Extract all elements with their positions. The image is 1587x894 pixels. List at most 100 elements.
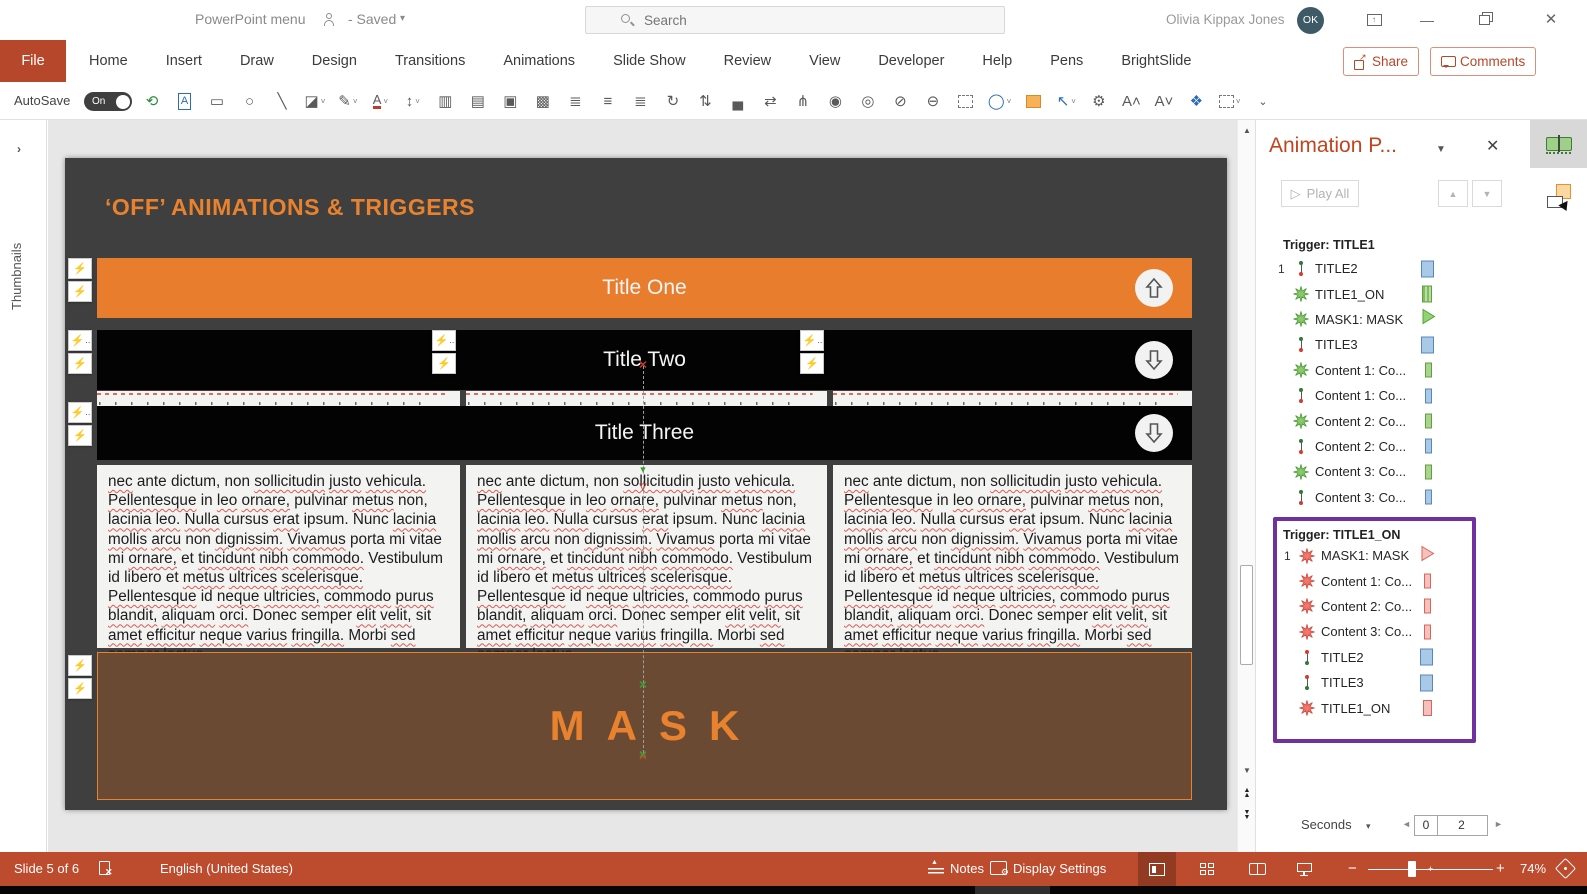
save-status-caret-icon[interactable]: ▾ xyxy=(400,13,405,24)
search-box[interactable] xyxy=(585,6,1005,34)
timeline-bar[interactable] xyxy=(1423,700,1432,717)
close-button[interactable]: ✕ xyxy=(1528,0,1574,40)
tab-insert[interactable]: Insert xyxy=(147,40,221,82)
animation-trigger-badge[interactable]: ⚡ xyxy=(68,353,92,374)
slideshow-view-button[interactable] xyxy=(1285,852,1323,886)
motion-path-marker[interactable]: ▽ xyxy=(640,482,647,492)
animation-item-mask1-mask[interactable]: MASK1: MASK xyxy=(1271,307,1517,332)
display-settings-button[interactable]: Display Settings xyxy=(1013,852,1106,886)
tab-view[interactable]: View xyxy=(790,40,859,82)
distribute-rows-icon[interactable]: ⇅ xyxy=(695,89,715,113)
shrink-font-icon[interactable]: A˅ xyxy=(1154,89,1174,113)
animation-item-content-2-co-[interactable]: Content 2: Co... xyxy=(1271,434,1517,459)
zoom-level[interactable]: 74% xyxy=(1520,852,1546,886)
avatar[interactable]: OK xyxy=(1297,7,1324,34)
motion-path-end-marker[interactable]: ✕ xyxy=(638,750,647,762)
animation-item-content-1-co-[interactable]: Content 1: Co... xyxy=(1271,358,1517,383)
animation-painter-icon[interactable]: ❖ xyxy=(1186,89,1206,113)
mask-shape[interactable]: MASK xyxy=(97,652,1192,800)
bring-forward-icon[interactable]: ▥ xyxy=(435,89,455,113)
insert-chart-icon[interactable]: ▄ xyxy=(728,89,748,113)
animation-trigger-badge[interactable]: ⚡ xyxy=(800,353,824,374)
animation-item-content-1-co-[interactable]: Content 1: Co... xyxy=(1271,383,1517,408)
animation-item-mask1-mask[interactable]: 1 MASK1: MASK xyxy=(1277,543,1472,568)
spellcheck-icon[interactable]: ✕ xyxy=(99,861,114,877)
display-settings-icon[interactable] xyxy=(990,861,1009,878)
timeline-bar[interactable] xyxy=(1425,362,1432,378)
marquee-caret-icon[interactable]: ˅ xyxy=(1218,89,1241,113)
animation-trigger-badge[interactable]: ⚡ xyxy=(432,353,456,374)
animation-trigger-badge[interactable]: ⚡ xyxy=(68,425,92,446)
timeline-bar[interactable] xyxy=(1420,648,1433,666)
move-earlier-button[interactable]: ▲ xyxy=(1438,180,1468,207)
minimize-button[interactable]: — xyxy=(1404,0,1450,40)
zoom-slider-thumb[interactable] xyxy=(1408,861,1416,877)
timeline-bar[interactable] xyxy=(1425,464,1432,480)
move-later-button[interactable]: ▼ xyxy=(1472,180,1502,207)
timeline-bar[interactable] xyxy=(1425,489,1432,505)
tab-transitions[interactable]: Transitions xyxy=(376,40,484,82)
line-shape-icon[interactable]: ╲ xyxy=(272,89,292,113)
animation-trigger-badge[interactable]: ⚡ ‥ xyxy=(68,330,92,351)
fit-slide-to-window-icon[interactable] xyxy=(1554,857,1577,880)
font-color-icon[interactable]: A ˅ xyxy=(370,89,390,113)
arrow-down-circle-icon[interactable] xyxy=(1135,414,1173,452)
search-input[interactable] xyxy=(644,11,944,29)
timeline-bar[interactable] xyxy=(1424,598,1431,614)
autofit-icon[interactable]: ↕ ˅ xyxy=(403,89,423,113)
timeline-bar[interactable] xyxy=(1425,438,1432,454)
pane-options-caret-icon[interactable]: ▼ xyxy=(1436,144,1446,155)
slide-scrollbar[interactable]: ▲ ▼ ▲ ▲ ▼ ▼ xyxy=(1237,120,1255,852)
animation-item-title1-on[interactable]: TITLE1_ON xyxy=(1277,695,1472,720)
animation-trigger-badge[interactable]: ⚡ xyxy=(68,655,92,676)
tab-file[interactable]: File xyxy=(0,40,66,82)
bring-to-front-icon[interactable]: ▣ xyxy=(500,89,520,113)
autosave-toggle[interactable]: On xyxy=(84,92,132,111)
timeline-scale[interactable]: 0 2 xyxy=(1414,815,1488,836)
slide-heading[interactable]: ‘OFF’ ANIMATIONS & TRIGGERS xyxy=(105,194,475,221)
animation-item-content-2-co-[interactable]: Content 2: Co... xyxy=(1271,408,1517,433)
content-text-2[interactable]: nec ante dictum, non sollicitudin justo … xyxy=(466,465,827,663)
trigger-tool-button[interactable] xyxy=(1530,172,1587,220)
merge-fragment-icon[interactable]: ⊘ xyxy=(890,89,910,113)
animation-item-content-3-co-[interactable]: Content 3: Co... xyxy=(1271,485,1517,510)
tab-pens[interactable]: Pens xyxy=(1031,40,1102,82)
arrow-up-circle-icon[interactable] xyxy=(1135,269,1173,307)
timeline-bar[interactable] xyxy=(1420,545,1435,567)
timeline-bar[interactable] xyxy=(1422,285,1432,303)
animation-item-content-1-co-[interactable]: Content 1: Co... xyxy=(1277,568,1472,593)
tab-home[interactable]: Home xyxy=(70,40,147,82)
timeline-unit-dropdown[interactable]: Seconds xyxy=(1301,817,1352,832)
timeline-scroll-right-icon[interactable]: ► xyxy=(1494,819,1503,829)
animation-trigger-badge[interactable]: ⚡ ‥ xyxy=(800,330,824,351)
slide-sorter-view-button[interactable] xyxy=(1188,852,1226,886)
timeline-bar[interactable] xyxy=(1424,573,1431,589)
scroll-up-icon[interactable]: ▲ xyxy=(1238,126,1256,135)
tab-developer[interactable]: Developer xyxy=(859,40,963,82)
shape-outline-icon[interactable]: ✎ ˅ xyxy=(338,89,358,113)
more-commands-icon[interactable]: ⌄ xyxy=(1253,89,1273,113)
expand-thumbnails-icon[interactable]: › xyxy=(17,142,21,156)
title-one-bar[interactable]: Title One xyxy=(97,258,1192,318)
shape-fill-icon[interactable]: ◪ ˅ xyxy=(305,89,326,113)
scroll-down-icon[interactable]: ▼ xyxy=(1238,766,1256,775)
animation-item-title2[interactable]: TITLE2 xyxy=(1277,645,1472,670)
ribbon-display-options-button[interactable]: ↑ xyxy=(1352,0,1398,40)
rotate-objects-icon[interactable]: ↻ xyxy=(663,89,683,113)
animation-trigger-badge[interactable]: ⚡ xyxy=(68,258,92,279)
next-slide-button[interactable]: ▼ ▼ xyxy=(1238,809,1256,821)
timeline-scroll-left-icon[interactable]: ◄ xyxy=(1402,819,1411,829)
animation-item-content-2-co-[interactable]: Content 2: Co... xyxy=(1277,594,1472,619)
tab-animations[interactable]: Animations xyxy=(484,40,594,82)
timeline-bar[interactable] xyxy=(1425,413,1432,429)
animation-trigger-badge[interactable]: ⚡ xyxy=(68,281,92,302)
text-box-icon[interactable]: A xyxy=(175,89,195,113)
smartart-icon[interactable]: ⋔ xyxy=(793,89,813,113)
merge-union-icon[interactable]: ◉ xyxy=(825,89,845,113)
timeline-bar[interactable] xyxy=(1421,336,1434,354)
animation-item-title2[interactable]: 1 TITLE2 xyxy=(1271,256,1517,281)
distribute-columns-icon[interactable]: ⇄ xyxy=(760,89,780,113)
play-all-button[interactable]: ▷ Play All xyxy=(1281,180,1359,207)
click-action-icon[interactable]: ↖ ˅ xyxy=(1056,89,1076,113)
motion-path-marker[interactable]: ▼ xyxy=(639,465,648,475)
